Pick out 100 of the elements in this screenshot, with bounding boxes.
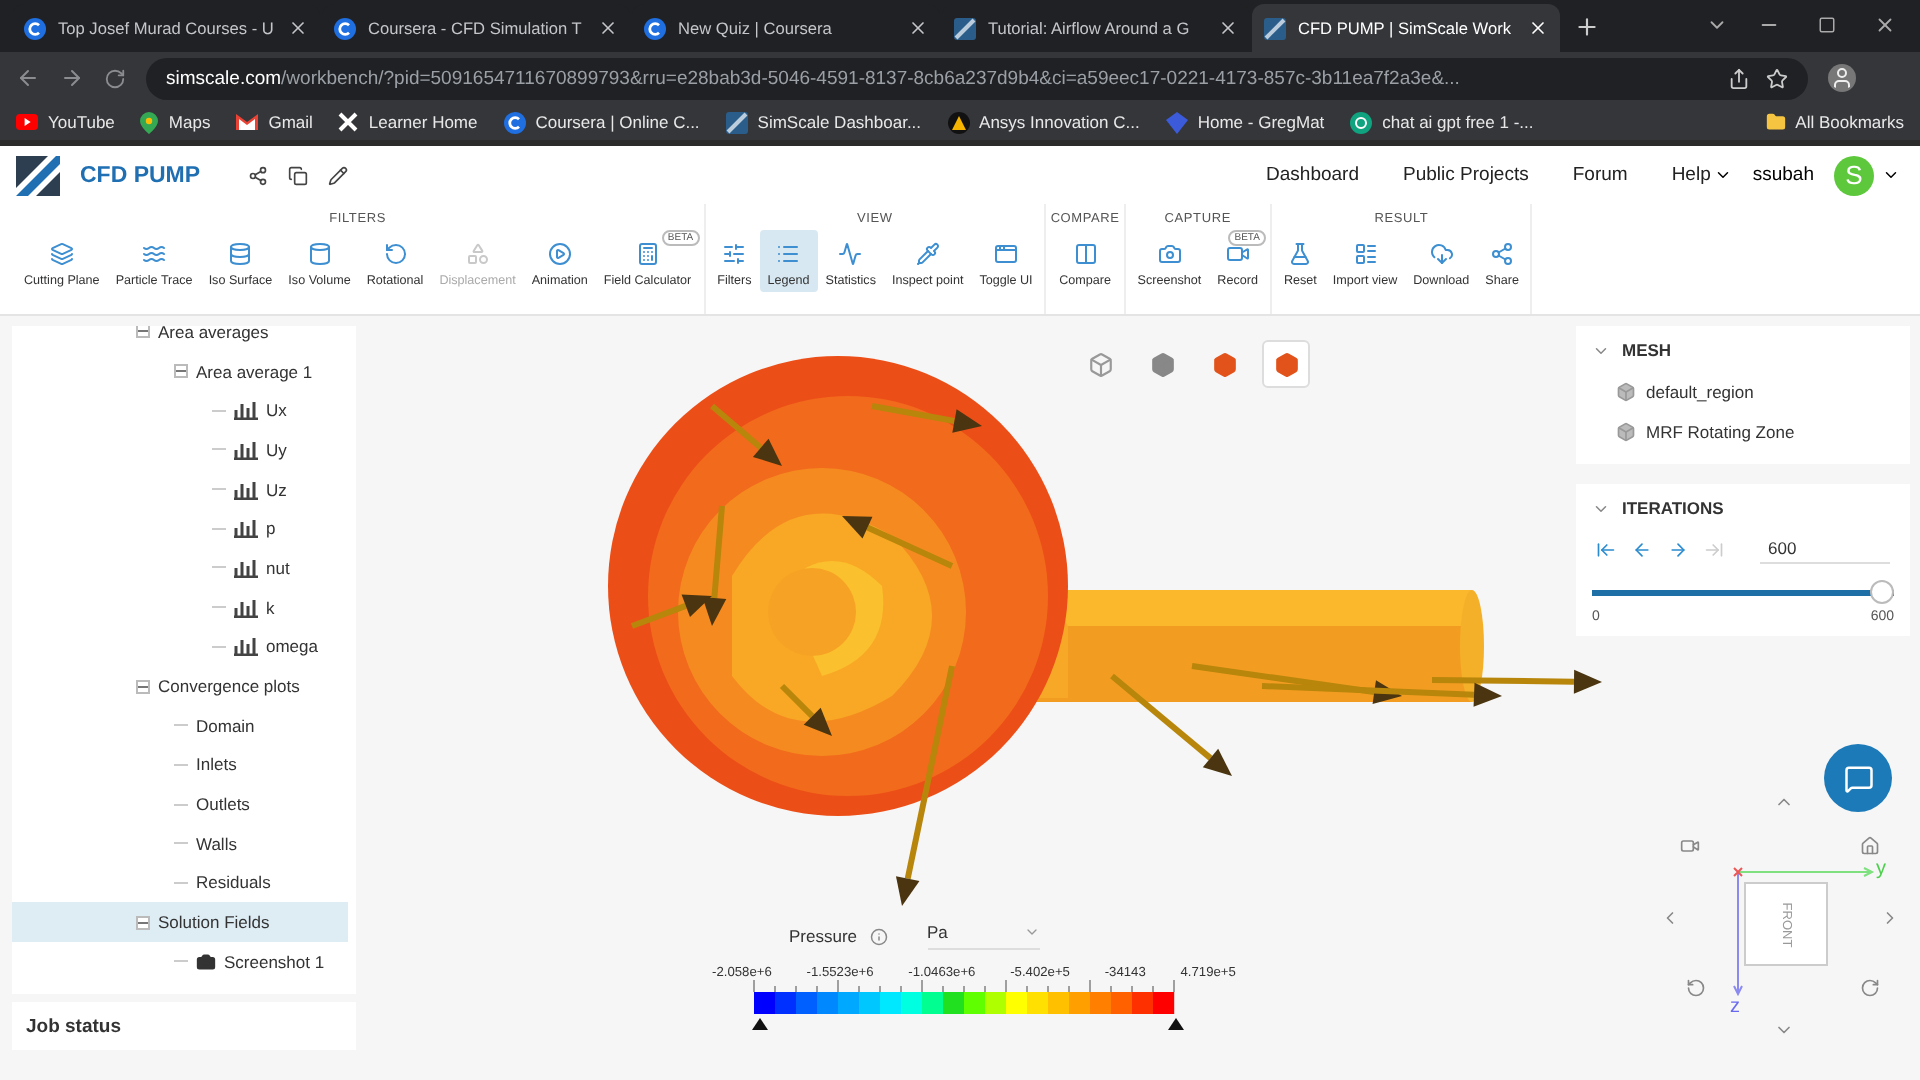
close-icon[interactable]: [1874, 14, 1896, 36]
tree-item[interactable]: Area averages: [12, 326, 348, 352]
star-icon[interactable]: [1766, 67, 1788, 89]
mesh-item[interactable]: default_region: [1592, 372, 1894, 412]
bookmark[interactable]: Ansys Innovation C...: [947, 111, 1140, 133]
play-icon: [547, 242, 572, 266]
chevron-down-icon[interactable]: [1882, 166, 1900, 184]
browser-tab[interactable]: CFD PUMP | SimScale Work: [1252, 4, 1560, 52]
range-handle[interactable]: [1168, 1018, 1184, 1030]
info-icon[interactable]: [869, 927, 887, 945]
close-icon[interactable]: [288, 18, 308, 38]
view-mode-button[interactable]: [1262, 340, 1310, 388]
cube-icon: [1616, 382, 1636, 402]
profile-avatar-icon[interactable]: [1828, 64, 1856, 92]
tree-item[interactable]: Ux: [12, 390, 348, 431]
cube-icon: [1149, 351, 1175, 377]
tree-item[interactable]: Domain: [12, 705, 348, 746]
tree-item[interactable]: omega: [12, 627, 348, 667]
arrow-right-icon[interactable]: [1668, 539, 1688, 559]
tree-item[interactable]: Solution Fields: [12, 902, 348, 942]
user-name: ssubah: [1752, 164, 1814, 186]
tree-item[interactable]: Area average 1: [12, 351, 348, 391]
arrow-left-icon[interactable]: [1632, 539, 1652, 559]
layers-icon: [49, 242, 74, 266]
mesh-item[interactable]: MRF Rotating Zone: [1592, 412, 1894, 452]
bookmark[interactable]: Home - GregMat: [1165, 111, 1325, 133]
shapes-icon: [465, 242, 490, 266]
tree-item[interactable]: k: [12, 587, 348, 627]
bookmark[interactable]: Gmail: [236, 112, 313, 132]
close-icon[interactable]: [908, 18, 928, 38]
rotate-left-icon[interactable]: [1686, 978, 1706, 998]
address-bar[interactable]: simscale.com/workbench/?pid=5091654711670899793&rru=e28bab3d-5046-4591-8137-8cb6a237d9b4&ci=a59eec17-0221-4173-857c-3b11ea7f2a3e&...: [146, 57, 1808, 99]
tree-item[interactable]: Uz: [12, 469, 348, 509]
restore-icon[interactable]: [1818, 16, 1836, 34]
share-icon[interactable]: [1728, 67, 1750, 89]
bookmark[interactable]: Coursera | Online C...: [503, 111, 700, 133]
copy-icon[interactable]: [288, 165, 309, 185]
slider-thumb[interactable]: [1870, 580, 1894, 604]
close-icon[interactable]: [1528, 18, 1548, 38]
new-tab-icon[interactable]: [1574, 14, 1600, 40]
cube-icon: [1211, 351, 1237, 377]
tree-item[interactable]: Walls: [12, 823, 348, 864]
tree-item[interactable]: Uy: [12, 430, 348, 470]
back-icon[interactable]: [16, 66, 40, 90]
favicon-icon: [954, 17, 976, 39]
waves-icon: [142, 242, 167, 266]
tree-item[interactable]: Screenshot 1: [12, 942, 348, 982]
bookmark[interactable]: SimScale Dashboar...: [725, 111, 922, 133]
nav-link[interactable]: Help: [1671, 164, 1711, 186]
job-status-panel[interactable]: Job status: [12, 1002, 356, 1050]
tree-item[interactable]: Inlets: [12, 745, 348, 785]
collapse-icon[interactable]: [136, 326, 150, 339]
close-icon[interactable]: [598, 18, 618, 38]
cylinder-icon: [307, 242, 332, 266]
unit-dropdown[interactable]: Pa: [927, 922, 1039, 950]
x-icon: [338, 112, 359, 132]
forward-icon[interactable]: [60, 66, 84, 90]
rotate-right-icon[interactable]: [1860, 978, 1880, 998]
cube-icon: [1273, 351, 1299, 377]
tree-item[interactable]: nut: [12, 548, 348, 588]
share-icon[interactable]: [248, 165, 269, 185]
bookmark[interactable]: chat ai gpt free 1 -...: [1350, 111, 1534, 133]
collapse-icon[interactable]: [136, 679, 150, 694]
chart-icon: [234, 400, 258, 421]
tree-item[interactable]: p: [12, 508, 348, 549]
flask-icon: [1288, 242, 1313, 266]
chat-button[interactable]: [1824, 744, 1892, 812]
axis-label: y: [1876, 858, 1886, 880]
tree-item[interactable]: Residuals: [12, 863, 348, 903]
bookmark[interactable]: Maps: [140, 111, 211, 133]
favicon-icon: [503, 111, 526, 133]
close-icon[interactable]: [1218, 18, 1238, 38]
nav-link[interactable]: Public Projects: [1403, 164, 1529, 186]
skip-back-icon[interactable]: [1596, 539, 1616, 559]
shield-icon: [1165, 111, 1188, 133]
all-bookmarks[interactable]: All Bookmarks: [1765, 112, 1904, 132]
nav-link[interactable]: Forum: [1572, 164, 1628, 186]
edit-icon[interactable]: [328, 165, 349, 185]
chevron-down-icon[interactable]: [1714, 166, 1733, 184]
range-handle[interactable]: [752, 1018, 768, 1030]
download-icon: [1429, 242, 1454, 266]
collapse-icon[interactable]: [136, 915, 150, 930]
collapse-icon[interactable]: [174, 364, 188, 379]
reload-icon[interactable]: [104, 67, 126, 89]
tree-item[interactable]: Convergence plots: [12, 666, 348, 706]
cube-icon: [1616, 422, 1636, 442]
camera-icon: [196, 951, 216, 972]
iteration-slider[interactable]: [1592, 580, 1894, 604]
logo-icon: [16, 155, 60, 195]
bookmark[interactable]: YouTube: [16, 112, 115, 132]
bookmark[interactable]: Learner Home: [338, 112, 478, 132]
share-icon: [1490, 242, 1515, 266]
activity-icon: [838, 242, 863, 266]
favicon-icon: [24, 17, 46, 39]
nav-link[interactable]: Dashboard: [1266, 164, 1360, 186]
iteration-field[interactable]: 600: [1760, 534, 1890, 564]
database-icon: [228, 242, 253, 266]
home-icon[interactable]: [1860, 836, 1880, 856]
tree-item[interactable]: Outlets: [12, 784, 348, 824]
video-icon[interactable]: [1680, 836, 1700, 856]
